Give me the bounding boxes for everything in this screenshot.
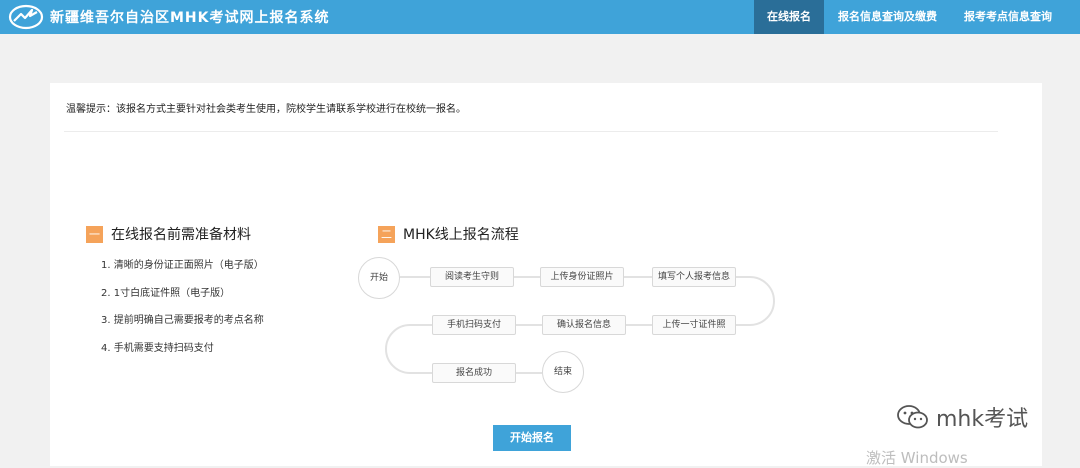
start-registration-button[interactable]: 开始报名	[493, 425, 571, 451]
materials-heading: 一 在线报名前需准备材料	[86, 224, 251, 244]
materials-item: 1. 清晰的身份证正面照片（电子版）	[101, 260, 264, 271]
process-flowchart: 开始 阅读考生守则 上传身份证照片 填写个人报考信息 上传一寸证件照 确认报名信…	[350, 253, 790, 398]
materials-item: 4. 手机需要支持扫码支付	[101, 342, 214, 354]
notice-text: 温馨提示：该报名方式主要针对社会类考生使用，院校学生请联系学校进行在校统一报名。	[66, 104, 466, 115]
nav-registration-query-payment[interactable]: 报名信息查询及缴费	[824, 0, 951, 34]
main-nav: 在线报名 报名信息查询及缴费 报考考点信息查询	[754, 0, 1080, 34]
flow-end-node: 结束	[542, 351, 584, 393]
materials-item: 3. 提前明确自己需要报考的考点名称	[101, 315, 264, 326]
flow-step: 上传一寸证件照	[652, 315, 736, 335]
flow-step: 手机扫码支付	[432, 315, 516, 335]
app-title: 新疆维吾尔自治区MHK考试网上报名系统	[50, 10, 330, 26]
main-panel: 温馨提示：该报名方式主要针对社会类考生使用，院校学生请联系学校进行在校统一报名。…	[50, 83, 1042, 466]
process-heading: 二 MHK线上报名流程	[378, 224, 519, 244]
divider	[64, 131, 998, 132]
flow-step: 确认报名信息	[542, 315, 626, 335]
top-bar: 新疆维吾尔自治区MHK考试网上报名系统 在线报名 报名信息查询及缴费 报考考点信…	[0, 0, 1080, 34]
materials-badge: 一	[86, 225, 103, 243]
flow-step: 上传身份证照片	[540, 267, 624, 287]
flow-step: 填写个人报考信息	[652, 267, 736, 287]
watermark: mhk考试	[896, 401, 1028, 433]
nav-online-registration[interactable]: 在线报名	[754, 0, 824, 34]
flow-step: 阅读考生守则	[430, 267, 514, 287]
process-title: MHK线上报名流程	[403, 227, 519, 243]
brand-logo-icon	[8, 4, 44, 30]
nav-exam-site-query[interactable]: 报考考点信息查询	[951, 0, 1080, 34]
materials-list: 1. 清晰的身份证正面照片（电子版） 2. 1寸白底证件照（电子版） 3. 提前…	[101, 259, 264, 369]
wechat-icon	[897, 405, 928, 429]
materials-item: 2. 1寸白底证件照（电子版）	[101, 287, 231, 299]
flow-start-node: 开始	[358, 257, 400, 299]
os-activation-notice: 激活 Windows	[866, 449, 968, 467]
materials-title: 在线报名前需准备材料	[111, 227, 251, 243]
watermark-text: mhk考试	[936, 407, 1029, 432]
process-badge: 二	[378, 225, 395, 243]
flow-step: 报名成功	[432, 363, 516, 383]
